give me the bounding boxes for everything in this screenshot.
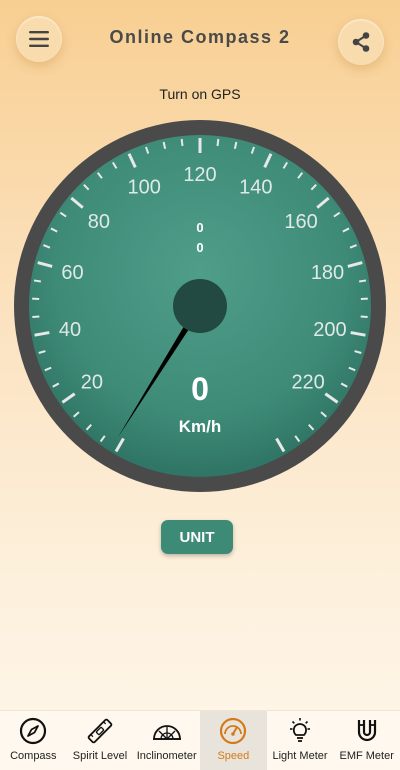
latitude-readout: 0 <box>196 220 203 235</box>
gauge-scale-label: 140 <box>239 176 272 198</box>
needle-hub <box>173 279 227 333</box>
gps-status-message: Turn on GPS <box>159 86 241 102</box>
gauge-scale-label: 100 <box>128 176 161 198</box>
nav-item-spirit-level[interactable]: Spirit Level <box>67 711 134 770</box>
bottom-navigation: Compass Spirit Level Inclinometer Speed … <box>0 710 400 770</box>
share-button[interactable] <box>338 19 384 65</box>
nav-item-emf-meter[interactable]: EMF Meter <box>333 711 400 770</box>
light-bulb-icon <box>290 718 311 742</box>
gauge-scale-label: 220 <box>291 372 324 394</box>
gauge-scale-label: 80 <box>88 211 110 233</box>
gauge-tick <box>180 138 184 147</box>
speedometer-gauge: 20 40 60 80 100 120 140 160 180 200 220 0 0 0 Km/h <box>14 120 386 492</box>
unit-button[interactable]: UNIT <box>161 520 233 554</box>
nav-item-inclinometer[interactable]: Inclinometer <box>133 711 200 770</box>
gauge-tick <box>33 279 42 283</box>
gauge-scale-label: 120 <box>183 164 216 186</box>
nav-item-light-meter[interactable]: Light Meter <box>267 711 334 770</box>
nav-label-speed: Speed <box>217 750 250 762</box>
gauge-scale-label: 20 <box>81 372 103 394</box>
gauge-scale-label: 60 <box>61 262 83 284</box>
gauge-tick <box>216 138 220 147</box>
magnet-icon <box>357 720 376 742</box>
nav-label-inclinometer: Inclinometer <box>136 750 197 762</box>
share-icon <box>352 32 370 52</box>
gauge-scale-label: 40 <box>59 319 81 341</box>
gauge-scale-label: 200 <box>313 319 346 341</box>
speed-value: 0 <box>191 371 209 407</box>
nav-label-compass: Compass <box>10 750 57 762</box>
speed-unit-label: Km/h <box>179 417 222 436</box>
gauge-scale-label: 160 <box>284 211 317 233</box>
gauge-scale-label: 180 <box>311 262 344 284</box>
nav-label-spirit-level: Spirit Level <box>72 750 128 762</box>
gauge-tick <box>358 279 367 283</box>
nav-label-emf-meter: EMF Meter <box>339 750 394 762</box>
longitude-readout: 0 <box>196 240 203 255</box>
app-header: Online Compass 2 <box>0 0 400 80</box>
speedometer-icon <box>220 717 247 745</box>
inclinometer-icon <box>152 725 181 740</box>
nav-item-speed[interactable]: Speed <box>200 711 267 770</box>
nav-item-compass[interactable]: Compass <box>0 711 67 770</box>
compass-icon <box>20 717 47 745</box>
nav-label-light-meter: Light Meter <box>272 750 328 762</box>
spirit-level-icon <box>87 718 113 744</box>
